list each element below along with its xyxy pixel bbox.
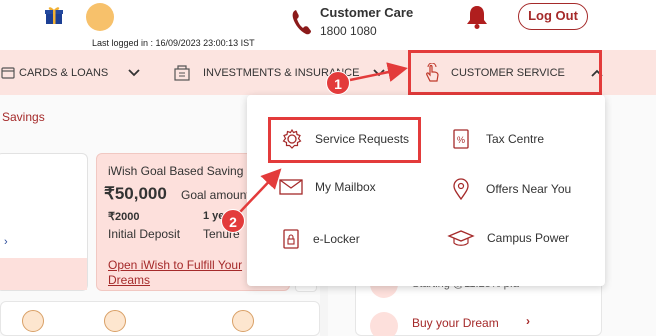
goal-title: iWish Goal Based Saving xyxy=(108,164,244,178)
svg-text:%: % xyxy=(457,135,465,145)
investment-icon xyxy=(174,64,190,81)
menu-item-offers-near-you[interactable]: Offers Near You xyxy=(451,178,571,200)
dream-icon xyxy=(370,312,398,336)
menu-item-campus-power[interactable]: Campus Power xyxy=(447,228,569,248)
annotation-badge-1: 1 xyxy=(326,71,350,95)
chevron-right-icon[interactable]: › xyxy=(526,314,530,328)
rewards-coin-icon[interactable] xyxy=(86,3,114,31)
quick-actions-row xyxy=(0,301,320,336)
last-logged-in: Last logged in : 16/09/2023 23:00:13 IST xyxy=(92,38,255,48)
buy-your-dream-link[interactable]: Buy your Dream xyxy=(412,316,499,330)
deposit-label: Initial Deposit xyxy=(108,227,181,241)
nav-investments-insurance[interactable]: INVESTMENTS & INSURANCE xyxy=(173,50,386,95)
menu-item-my-mailbox[interactable]: My Mailbox xyxy=(279,178,376,196)
menu-item-label: e-Locker xyxy=(313,232,360,246)
locker-icon xyxy=(283,229,299,249)
logout-button[interactable]: Log Out xyxy=(518,3,588,30)
savings-card[interactable]: › xyxy=(0,153,88,291)
highlight-box-service-requests xyxy=(268,117,421,163)
nav-cards-loans[interactable]: CARDS & LOANS xyxy=(0,50,140,95)
quick-action-icon[interactable] xyxy=(232,310,254,332)
savings-label[interactable]: Savings xyxy=(2,110,45,124)
mail-icon xyxy=(279,179,303,195)
savings-card-footer xyxy=(0,258,87,290)
gift-icon[interactable] xyxy=(44,5,64,25)
goal-amount: ₹50,000 xyxy=(104,184,167,203)
menu-item-e-locker[interactable]: e-Locker xyxy=(281,228,360,250)
quick-action-icon[interactable] xyxy=(104,310,126,332)
menu-item-label: Offers Near You xyxy=(486,182,572,196)
menu-item-label: My Mailbox xyxy=(315,180,376,194)
customer-care-number[interactable]: 1800 1080 xyxy=(320,24,377,38)
quick-action-icon[interactable] xyxy=(22,310,44,332)
goal-amount-label: Goal amount xyxy=(181,188,250,202)
highlight-box-customer-service xyxy=(408,50,602,95)
chevron-down-icon xyxy=(373,68,386,76)
menu-item-label: Tax Centre xyxy=(486,132,545,146)
card-icon xyxy=(1,66,15,79)
bell-icon[interactable] xyxy=(464,4,490,30)
chevron-down-icon xyxy=(128,68,140,76)
menu-item-tax-centre[interactable]: % Tax Centre xyxy=(452,128,544,150)
percent-icon: % xyxy=(453,129,469,149)
chevron-right-icon[interactable]: › xyxy=(4,236,8,248)
nav-customer-service[interactable]: CUSTOMER SERVICE xyxy=(408,50,603,95)
nav-cards-loans-label: CARDS & LOANS xyxy=(19,66,109,79)
menu-item-label: Campus Power xyxy=(487,231,570,245)
top-header: Last logged in : 16/09/2023 23:00:13 IST… xyxy=(0,0,656,50)
location-pin-icon xyxy=(453,178,469,200)
annotation-badge-2: 2 xyxy=(221,209,245,233)
graduation-cap-icon xyxy=(447,230,475,246)
customer-care-title: Customer Care xyxy=(320,5,414,20)
phone-icon xyxy=(292,10,311,35)
deposit-value: ₹2000 xyxy=(108,211,140,223)
